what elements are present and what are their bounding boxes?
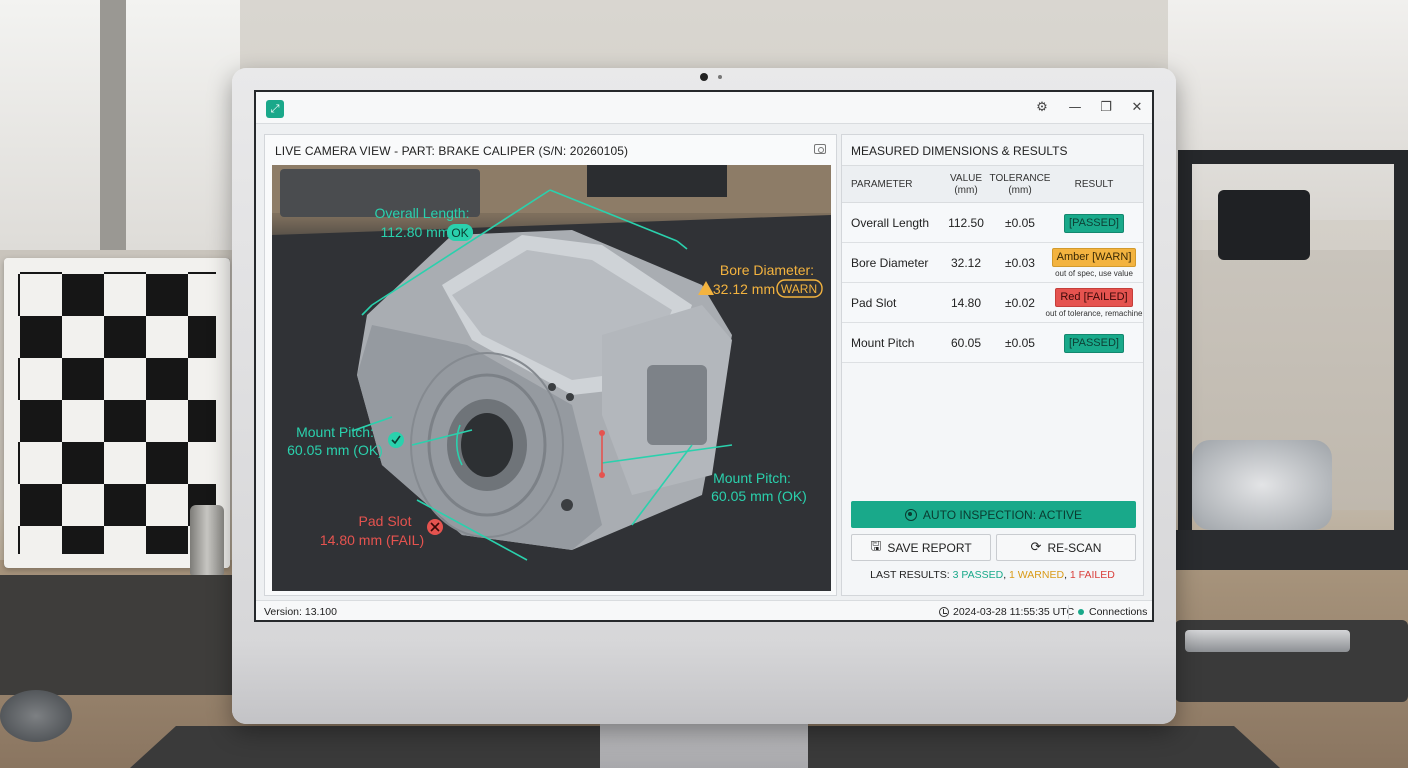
row-result: [PASSED] xyxy=(1048,203,1140,243)
col-header-value: VALUE (mm) xyxy=(940,166,992,204)
snapshot-icon[interactable] xyxy=(814,144,826,154)
background-post xyxy=(100,0,126,250)
row-parameter: Overall Length xyxy=(851,216,930,230)
pad-slot-label: Pad Slot xyxy=(359,513,412,529)
pad-slot-marker xyxy=(599,472,605,478)
overall-length-value: 112.80 mm xyxy=(381,224,450,240)
col-header-result: RESULT xyxy=(1074,179,1114,190)
row-parameter: Mount Pitch xyxy=(851,336,915,350)
results-panel-title: MEASURED DIMENSIONS & RESULTS xyxy=(851,144,1068,158)
app-window: ⤢ ⚙ — ❐ ✕ LIVE CAMERA VIEW - PART: BRAKE… xyxy=(254,90,1154,622)
refresh-icon: ⟳ xyxy=(1030,540,1042,555)
minimize-button[interactable]: — xyxy=(1064,98,1086,118)
rescan-label: RE-SCAN xyxy=(1047,540,1102,555)
auto-inspection-button[interactable]: AUTO INSPECTION: ACTIVE xyxy=(851,501,1136,528)
warned-count: 1 WARNED xyxy=(1009,569,1065,581)
live-camera-feed[interactable]: Overall Length: 112.80 mm OK Bore Diamet… xyxy=(272,165,831,591)
machine-table xyxy=(1170,530,1408,570)
webcam-sensor xyxy=(718,75,722,79)
col-header-tolerance: TOLERANCE (mm) xyxy=(989,166,1051,204)
row-result: Amber [WARN] out of spec, use value xyxy=(1048,243,1140,283)
row-tolerance: ±0.02 xyxy=(1005,296,1035,310)
timestamp-text: 2024-03-28 11:55:35 UTC xyxy=(953,606,1075,618)
last-results-prefix: LAST RESULTS: xyxy=(870,569,950,581)
row-tolerance: ±0.05 xyxy=(1005,216,1035,230)
overall-length-label: Overall Length: xyxy=(375,205,470,221)
row-value: 32.12 xyxy=(950,256,982,270)
record-icon xyxy=(904,508,917,521)
granite-block xyxy=(0,575,260,695)
rescan-button[interactable]: ⟳ RE-SCAN xyxy=(996,534,1136,561)
connection-label: Connections xyxy=(1089,606,1148,618)
table-row[interactable]: Overall Length 112.50 ±0.05 [PASSED] xyxy=(842,203,1143,243)
row-value: 14.80 xyxy=(950,296,982,310)
status-divider xyxy=(1068,605,1069,619)
status-badge: [PASSED] xyxy=(1064,333,1124,353)
settings-gear-icon[interactable]: ⚙ xyxy=(1031,98,1053,118)
connection-indicator-icon xyxy=(1078,609,1084,615)
row-parameter: Pad Slot xyxy=(851,296,897,310)
save-report-label: SAVE REPORT xyxy=(887,540,972,555)
results-table-header: PARAMETER VALUE (mm) TOLERANCE (mm) RESU… xyxy=(842,165,1143,203)
connection-status[interactable]: Connections xyxy=(1078,606,1147,618)
table-row[interactable]: Bore Diameter 32.12 ±0.03 Amber [WARN] o… xyxy=(842,243,1143,283)
bore-diameter-badge: WARN xyxy=(781,282,817,296)
close-button[interactable]: ✕ xyxy=(1126,98,1148,118)
col-header-parameter: PARAMETER xyxy=(851,179,913,190)
table-row[interactable]: Mount Pitch 60.05 ±0.05 [PASSED] xyxy=(842,323,1143,363)
mount-pitch-right-value: 60.05 mm (OK) xyxy=(711,488,807,504)
save-disk-icon: 🖫 xyxy=(870,538,882,554)
check-icon xyxy=(388,432,404,448)
gauge-post xyxy=(190,505,224,575)
mount-pitch-left-value: 60.05 mm (OK) xyxy=(287,442,383,458)
status-badge: [PASSED] xyxy=(1064,213,1124,233)
title-bar: ⤢ ⚙ — ❐ ✕ xyxy=(256,92,1152,124)
result-note: out of tolerance, remachine xyxy=(1045,309,1143,318)
col-header-tolerance-unit: (mm) xyxy=(1008,185,1032,196)
camera-panel-title: LIVE CAMERA VIEW - PART: BRAKE CALIPER (… xyxy=(275,144,629,158)
status-bar: Version: 13.100 2024-03-28 11:55:35 UTC … xyxy=(256,600,1152,620)
micrometer xyxy=(1185,630,1350,652)
status-badge: Red [FAILED] xyxy=(1055,288,1133,307)
row-parameter: Bore Diameter xyxy=(851,256,929,270)
col-header-tolerance-label: TOLERANCE xyxy=(989,173,1051,184)
row-result: [PASSED] xyxy=(1048,323,1140,363)
camera-panel: LIVE CAMERA VIEW - PART: BRAKE CALIPER (… xyxy=(264,134,837,596)
pad-slot-value: 14.80 mm (FAIL) xyxy=(320,532,424,548)
clock-icon xyxy=(939,607,949,617)
app-logo-icon: ⤢ xyxy=(266,100,284,118)
monitor-stand-neck xyxy=(600,724,808,768)
save-report-button[interactable]: 🖫 SAVE REPORT xyxy=(851,534,991,561)
metal-disk xyxy=(0,690,72,742)
row-value: 60.05 xyxy=(950,336,982,350)
row-value: 112.50 xyxy=(948,216,984,230)
results-panel: MEASURED DIMENSIONS & RESULTS PARAMETER … xyxy=(841,134,1144,596)
row-tolerance: ±0.03 xyxy=(1005,256,1035,270)
background-box xyxy=(587,165,727,197)
version-label: Version: 13.100 xyxy=(264,606,337,618)
bore-diameter-label: Bore Diameter: xyxy=(720,262,814,278)
maximize-button[interactable]: ❐ xyxy=(1095,98,1117,118)
row-tolerance: ±0.05 xyxy=(1005,336,1035,350)
camera-rig xyxy=(1218,190,1310,260)
bore-diameter-value: 32.12 mm xyxy=(713,281,775,297)
overall-length-badge: OK xyxy=(451,226,468,240)
row-result: Red [FAILED] out of tolerance, remachine xyxy=(1045,283,1143,323)
col-header-value-label: VALUE xyxy=(949,173,983,184)
pad-slot-marker xyxy=(599,430,605,436)
monitor-chin xyxy=(232,640,1176,724)
status-badge: Amber [WARN] xyxy=(1051,248,1137,267)
col-header-value-unit: (mm) xyxy=(954,185,978,196)
auto-inspection-label: AUTO INSPECTION: ACTIVE xyxy=(922,507,1083,522)
timestamp: 2024-03-28 11:55:35 UTC xyxy=(939,606,1074,618)
result-note: out of spec, use value xyxy=(1055,269,1133,278)
table-row[interactable]: Pad Slot 14.80 ±0.02 Red [FAILED] out of… xyxy=(842,283,1143,323)
webcam xyxy=(700,73,708,81)
background-caliper-part xyxy=(1192,440,1332,530)
passed-count: 3 PASSED xyxy=(952,569,1004,581)
last-results-summary: LAST RESULTS: 3 PASSED, 1 WARNED, 1 FAIL… xyxy=(870,569,1115,581)
failed-count: 1 FAILED xyxy=(1069,569,1115,581)
mount-pitch-right-label: Mount Pitch: xyxy=(713,470,791,486)
mount-pitch-left-label: Mount Pitch: xyxy=(296,424,374,440)
